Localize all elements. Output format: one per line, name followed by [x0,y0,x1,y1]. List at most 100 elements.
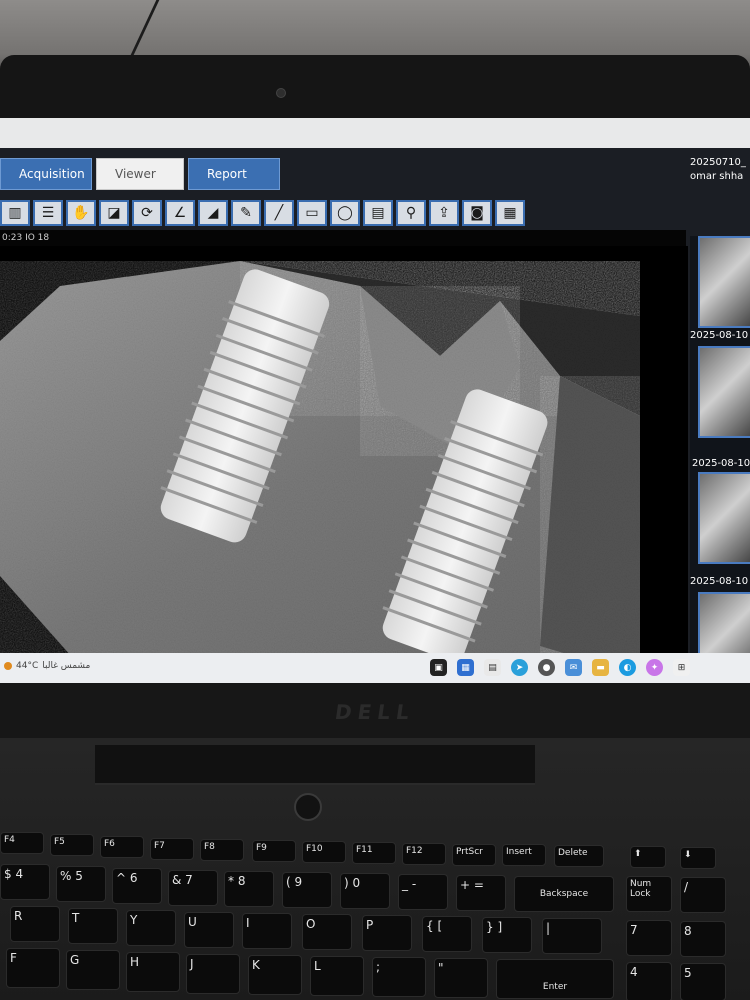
key-minus[interactable]: _ - [398,874,448,910]
key-num-8[interactable]: 8 [680,921,726,957]
weather-temp: 44°C [16,661,39,671]
key-left-bracket[interactable]: { [ [422,916,472,952]
key-y[interactable]: Y [126,910,176,946]
key-insert[interactable]: Insert [502,844,546,866]
tab-report[interactable]: Report [188,158,280,190]
thumbnail-3[interactable] [698,472,750,564]
key-num-4[interactable]: 4 [626,962,672,1000]
key-equals[interactable]: + = [456,875,506,911]
widgets-icon[interactable]: ⊞ [673,659,690,676]
taskbar-apps: ▣ ▦ ▤ ➤ ● ✉ ▬ ◐ ✦ ⊞ [430,659,690,676]
key-9[interactable]: ( 9 [282,872,332,908]
key-enter[interactable]: Enter [496,959,614,999]
sun-icon [4,662,12,670]
patient-name: omar shha [690,171,744,182]
app-icon[interactable]: ▣ [430,659,447,676]
outlook-icon[interactable]: ✉ [565,659,582,676]
key-l[interactable]: L [310,956,364,996]
key-f12[interactable]: F12 [402,843,446,865]
weather-desc: مشمس غالبا [42,661,91,671]
key-6[interactable]: ^ 6 [112,868,162,904]
key-backslash[interactable]: | [542,918,602,954]
rotate-icon[interactable]: ⟳ [132,200,162,226]
key-f8[interactable]: F8 [200,839,244,861]
key-f10[interactable]: F10 [302,841,346,863]
thumbnail-1[interactable] [698,236,750,328]
key-r[interactable]: R [10,906,60,942]
key-4[interactable]: $ 4 [0,864,50,900]
thumbnail-date-3: 2025-08-10 1 [690,576,750,587]
key-j[interactable]: J [186,954,240,994]
key-7[interactable]: & 7 [168,870,218,906]
annotation-icon[interactable]: ▤ [363,200,393,226]
keyboard: F4 F5 F6 F7 F8 F9 F10 F11 F12 PrtScr Ins… [0,832,750,1000]
key-right-bracket[interactable]: } ] [482,917,532,953]
edge-icon[interactable]: ◐ [619,659,636,676]
key-f7[interactable]: F7 [150,838,194,860]
key-f4[interactable]: F4 [0,832,44,854]
density-icon[interactable]: ◢ [198,200,228,226]
hand-icon[interactable]: ✋ [66,200,96,226]
key-num-7[interactable]: 7 [626,920,672,956]
key-8[interactable]: * 8 [224,871,274,907]
key-t[interactable]: T [68,908,118,944]
key-i[interactable]: I [242,913,292,949]
key-num-slash[interactable]: / [680,877,726,913]
export-icon[interactable]: ⇪ [429,200,459,226]
power-button[interactable] [294,793,322,821]
tab-acquisition[interactable]: Acquisition [0,158,92,190]
key-delete[interactable]: Delete [554,845,604,867]
key-0[interactable]: ) 0 [340,873,390,909]
grid-icon[interactable]: ▦ [495,200,525,226]
key-u[interactable]: U [184,912,234,948]
xray-viewport[interactable] [0,246,688,683]
key-g[interactable]: G [66,950,120,990]
rectangle-icon[interactable]: ▭ [297,200,327,226]
key-h[interactable]: H [126,952,180,992]
key-k[interactable]: K [248,955,302,995]
key-backspace[interactable]: Backspace [514,876,614,912]
telegram-icon[interactable]: ➤ [511,659,528,676]
hinge [95,745,535,785]
tab-viewer[interactable]: Viewer [96,158,184,190]
key-f5[interactable]: F5 [50,834,94,856]
folder-icon[interactable]: ▬ [592,659,609,676]
dell-logo: DELL [333,700,417,724]
ruler-icon[interactable]: ▥ [0,200,30,226]
key-f11[interactable]: F11 [352,842,396,864]
thumbnail-strip: 2025-08-10 2025-08-10 2025-08-10 1 [690,236,750,683]
key-arrow-down[interactable]: ⬇ [680,847,716,869]
camera-icon[interactable]: ◙ [462,200,492,226]
pen-icon[interactable]: ✎ [231,200,261,226]
key-p[interactable]: P [362,915,412,951]
copilot-icon[interactable]: ✦ [646,659,663,676]
study-datetime: 20250710_ [690,157,746,168]
thumbnail-date-1: 2025-08-10 [690,330,749,341]
laptop-screen: Acquisition Viewer Report 20250710_ omar… [0,118,750,683]
key-f[interactable]: F [6,948,60,988]
key-f6[interactable]: F6 [100,836,144,858]
layers-icon[interactable]: ☰ [33,200,63,226]
key-numlock[interactable]: Num Lock [626,876,672,912]
key-arrow-up[interactable]: ⬆ [630,846,666,868]
dell-icon[interactable]: ● [538,659,555,676]
key-semicolon[interactable]: ; [372,957,426,997]
key-quote[interactable]: " [434,958,488,998]
main-tabs: Acquisition Viewer Report [0,158,280,190]
weather-widget[interactable]: 44°C مشمس غالبا [4,661,90,671]
patient-info: 20250710_ omar shha [690,156,750,184]
viewer-toolbar: ▥ ☰ ✋ ◪ ⟳ ∠ ◢ ✎ ╱ ▭ ◯ ▤ ⚲ ⇪ ◙ ▦ [0,200,525,228]
key-prtscr[interactable]: PrtScr [452,844,496,866]
ellipse-icon[interactable]: ◯ [330,200,360,226]
key-f9[interactable]: F9 [252,840,296,862]
magnify-icon[interactable]: ⚲ [396,200,426,226]
key-num-5[interactable]: 5 [680,963,726,1000]
thumbnail-2[interactable] [698,346,750,438]
key-5[interactable]: % 5 [56,866,106,902]
angle-icon[interactable]: ∠ [165,200,195,226]
explorer-icon[interactable]: ▤ [484,659,501,676]
contrast-icon[interactable]: ◪ [99,200,129,226]
key-o[interactable]: O [302,914,352,950]
line-icon[interactable]: ╱ [264,200,294,226]
store-icon[interactable]: ▦ [457,659,474,676]
